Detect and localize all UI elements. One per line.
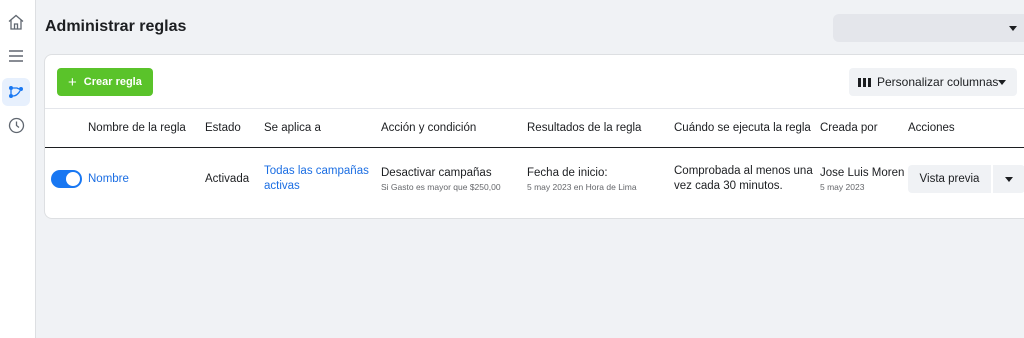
preview-button[interactable]: Vista previa <box>908 165 991 193</box>
column-header-rule-name[interactable]: Nombre de la regla <box>88 122 186 134</box>
rule-condition: Si Gasto es mayor que $250,00 <box>381 182 501 192</box>
customize-columns-button[interactable]: Personalizar columnas <box>849 68 1017 96</box>
toggle-knob <box>66 172 80 186</box>
toolbar-divider <box>45 108 1024 109</box>
schedule-line-2: vez cada 30 minutos. <box>674 180 783 192</box>
action-condition-cell: Desactivar campañas Si Gasto es mayor qu… <box>381 166 501 193</box>
created-date: 5 may 2023 <box>820 182 865 192</box>
column-header-action-condition[interactable]: Acción y condición <box>381 122 476 134</box>
rule-status: Activada <box>205 173 250 185</box>
column-header-created-by[interactable]: Creada por <box>820 122 878 134</box>
clock-icon[interactable] <box>2 111 30 139</box>
columns-icon <box>858 77 871 87</box>
left-nav <box>0 0 36 338</box>
caret-down-icon <box>998 80 1006 85</box>
applies-to-line-2: activas <box>264 180 300 192</box>
caret-down-icon <box>1005 177 1013 182</box>
created-by-cell: Jose Luis Moren 5 may 2023 <box>820 166 904 193</box>
rules-card: + Crear regla Personalizar columnas Nomb… <box>44 54 1024 219</box>
create-rule-button[interactable]: + Crear regla <box>57 68 153 96</box>
rule-toggle[interactable] <box>51 170 82 188</box>
menu-icon[interactable] <box>2 42 30 70</box>
schedule-cell: Comprobada al menos una vez cada 30 minu… <box>674 164 813 194</box>
account-selector[interactable] <box>833 14 1024 42</box>
applies-to-line-1: Todas las campañas <box>264 165 369 177</box>
column-header-actions: Acciones <box>908 122 955 134</box>
caret-down-icon <box>1009 26 1017 31</box>
rules-icon[interactable] <box>2 78 30 106</box>
schedule-line-1: Comprobada al menos una <box>674 165 813 177</box>
create-rule-label: Crear regla <box>83 76 142 88</box>
home-icon[interactable] <box>2 8 30 36</box>
results-label: Fecha de inicio: <box>527 167 608 179</box>
column-header-status[interactable]: Estado <box>205 122 241 134</box>
column-header-results[interactable]: Resultados de la regla <box>527 122 641 134</box>
applies-to-link[interactable]: Todas las campañas activas <box>264 164 369 194</box>
customize-columns-label: Personalizar columnas <box>877 75 999 89</box>
table-header-divider <box>45 147 1024 148</box>
rule-action: Desactivar campañas <box>381 167 492 179</box>
results-start-date: 5 may 2023 en Hora de Lima <box>527 182 637 192</box>
plus-icon: + <box>68 73 77 91</box>
column-header-applies-to[interactable]: Se aplica a <box>264 122 321 134</box>
column-header-schedule[interactable]: Cuándo se ejecuta la regla <box>674 122 811 134</box>
results-cell: Fecha de inicio: 5 may 2023 en Hora de L… <box>527 166 637 193</box>
rule-name-link[interactable]: Nombre <box>88 172 129 187</box>
page-title: Administrar reglas <box>45 18 187 35</box>
created-by-name: Jose Luis Moren <box>820 167 905 179</box>
preview-dropdown-button[interactable] <box>993 165 1024 193</box>
